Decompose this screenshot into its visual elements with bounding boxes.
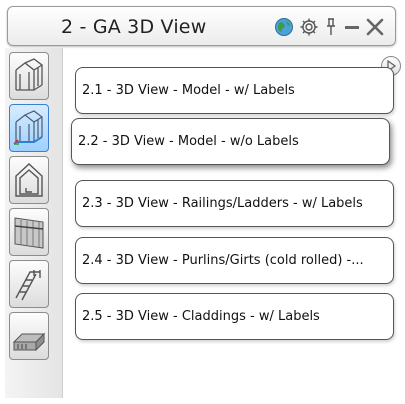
sidebar-button-railings[interactable] [9, 208, 49, 256]
house-elevation-icon [15, 163, 43, 197]
view-item-2-4[interactable]: 2.4 - 3D View - Purlins/Girts (cold roll… [75, 237, 394, 284]
view-item-2-1[interactable]: 2.1 - 3D View - Model - w/ Labels [75, 67, 394, 114]
view-item-label: 2.1 - 3D View - Model - w/ Labels [82, 83, 295, 98]
frame-3d-blue-icon [13, 110, 43, 145]
cladding-profile-icon [12, 332, 46, 352]
globe-icon[interactable] [273, 17, 295, 37]
view-item-label: 2.5 - 3D View - Claddings - w/ Labels [82, 309, 320, 324]
sidebar-button-claddings[interactable] [9, 312, 49, 360]
stair-ladder-icon [15, 270, 41, 301]
view-item-2-3[interactable]: 2.3 - 3D View - Railings/Ladders - w/ La… [75, 180, 394, 227]
sidebar-button-model[interactable] [9, 52, 49, 100]
sidebar-button-stairs[interactable] [9, 260, 49, 308]
frame-3d-icon [15, 58, 43, 91]
close-icon[interactable] [364, 17, 386, 37]
gear-icon[interactable] [298, 17, 320, 37]
sidebar-button-elevation[interactable] [9, 156, 49, 204]
view-item-label: 2.2 - 3D View - Model - w/o Labels [78, 134, 299, 149]
view-item-label: 2.3 - 3D View - Railings/Ladders - w/ La… [82, 196, 363, 211]
sidebar-button-3d-view[interactable] [9, 104, 49, 152]
pin-icon[interactable] [324, 17, 338, 37]
view-item-2-5[interactable]: 2.5 - 3D View - Claddings - w/ Labels [75, 293, 394, 340]
category-sidebar [5, 48, 63, 398]
view-item-label: 2.4 - 3D View - Purlins/Girts (cold roll… [82, 253, 364, 268]
wall-panel-icon [14, 217, 44, 249]
view-item-2-2[interactable]: 2.2 - 3D View - Model - w/o Labels [71, 118, 390, 165]
title-bar: 2 - GA 3D View [7, 6, 396, 46]
minimize-icon[interactable] [342, 17, 362, 37]
window-title: 2 - GA 3D View [61, 16, 207, 38]
